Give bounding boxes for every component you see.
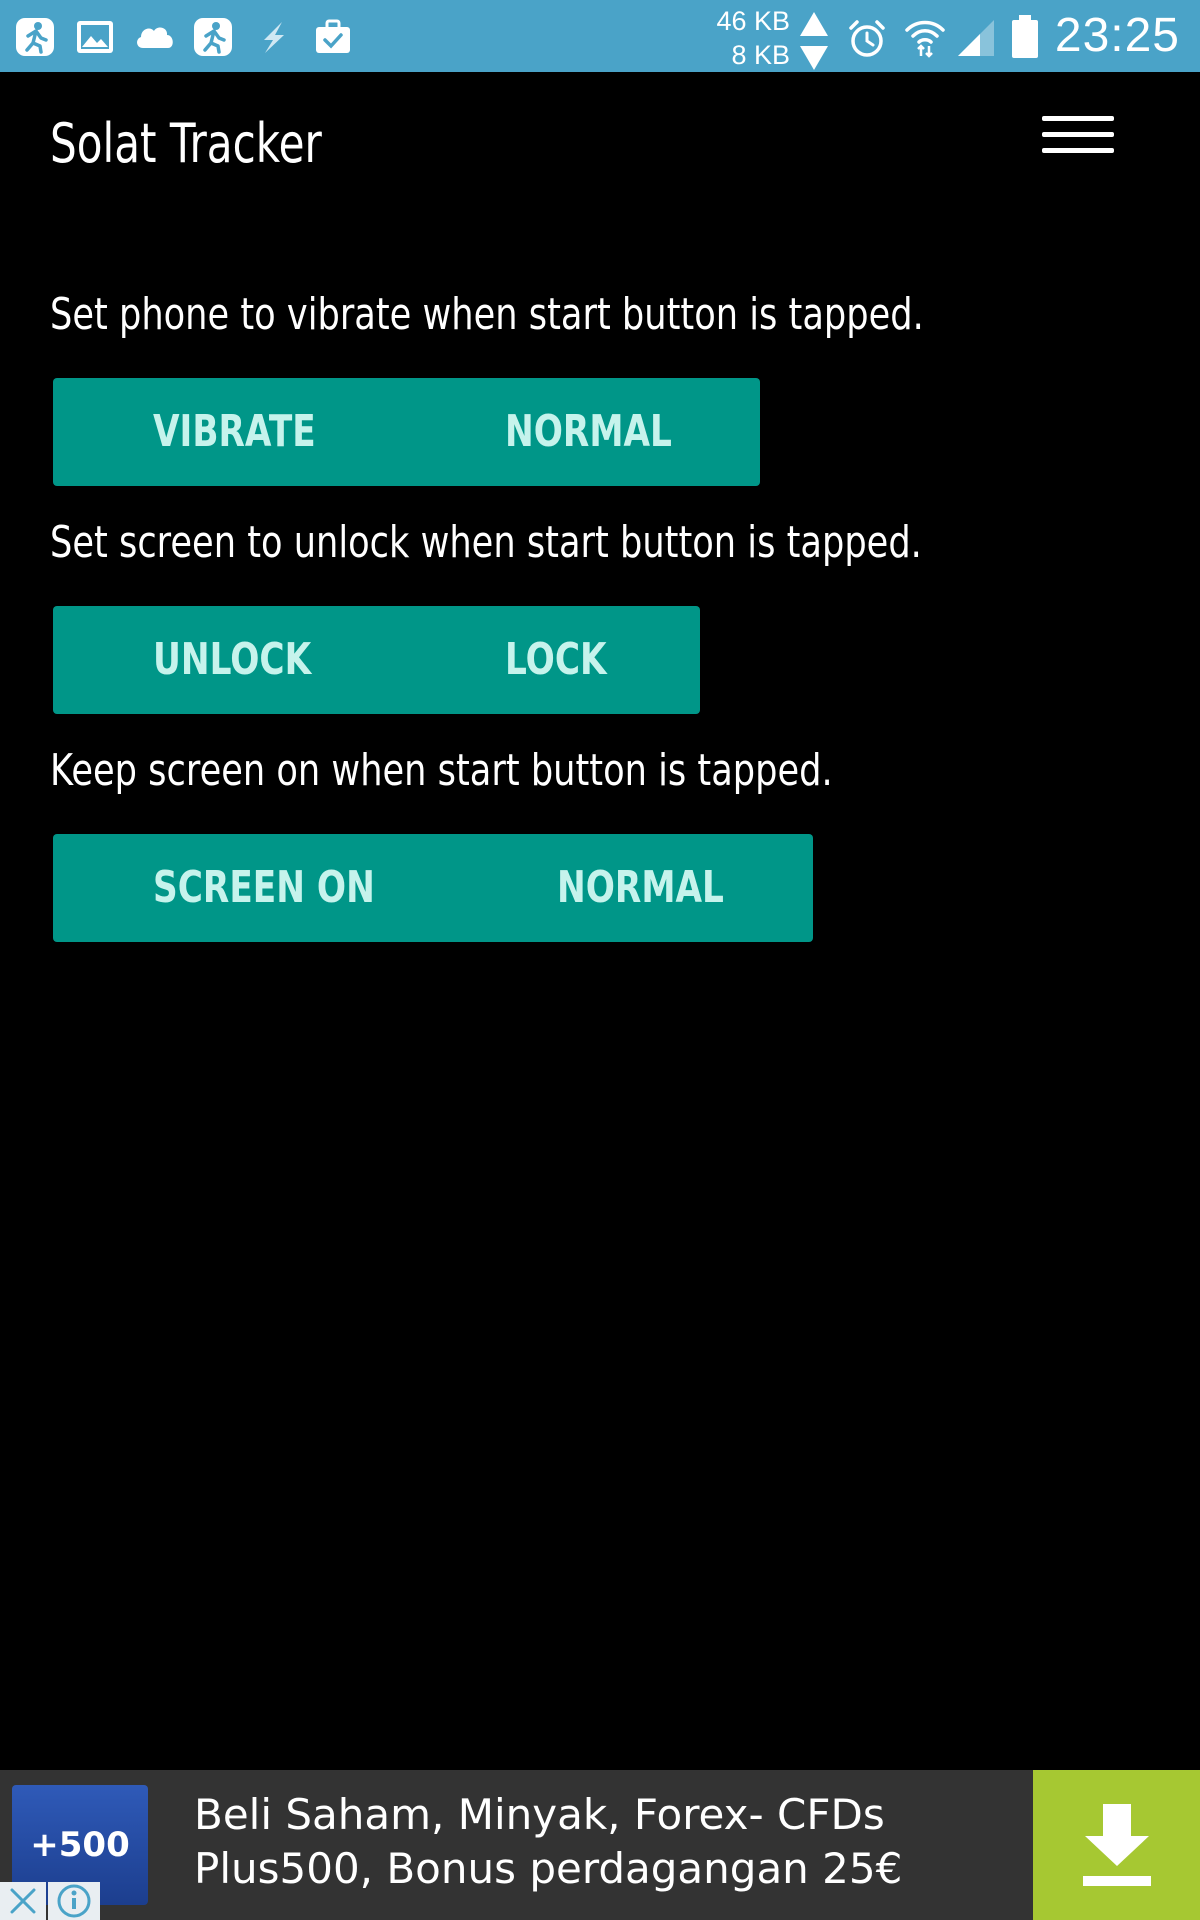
normal-screen-option-button[interactable]: NORMAL — [557, 834, 724, 942]
image-icon — [74, 16, 116, 58]
normal-ringer-option-button[interactable]: NORMAL — [505, 378, 672, 486]
ad-download-button[interactable] — [1033, 1770, 1200, 1920]
menu-line — [1042, 116, 1114, 121]
upload-arrow-icon — [800, 12, 828, 36]
flash-icon — [252, 16, 294, 58]
download-arrow-icon — [800, 46, 828, 70]
screen-on-setting-label: Keep screen on when start button is tapp… — [50, 745, 833, 796]
cloud-icon — [132, 16, 178, 58]
ad-banner[interactable]: +500 Beli Saham, Minyak, Forex- CFDs Plu… — [0, 1770, 1200, 1920]
signal-icon — [954, 18, 996, 60]
app-title: Solat Tracker — [50, 112, 322, 175]
menu-line — [1042, 132, 1114, 137]
close-icon[interactable] — [0, 1882, 46, 1920]
ad-logo-text: +500 — [30, 1825, 130, 1865]
lock-option-button[interactable]: LOCK — [505, 606, 607, 714]
vibrate-setting-label: Set phone to vibrate when start button i… — [50, 289, 924, 340]
ad-headline: Beli Saham, Minyak, Forex- CFDs — [194, 1790, 885, 1839]
menu-line — [1042, 148, 1114, 153]
screen-on-option-button[interactable]: SCREEN ON — [153, 834, 375, 942]
unlock-toggle-group: UNLOCK LOCK — [53, 606, 700, 714]
app-bar: Solat Tracker — [0, 72, 1200, 222]
vibrate-option-button[interactable]: VIBRATE — [153, 378, 316, 486]
battery-icon — [1008, 14, 1042, 60]
screen-on-toggle-group: SCREEN ON NORMAL — [53, 834, 813, 942]
unlock-option-button[interactable]: UNLOCK — [153, 606, 311, 714]
alarm-clock-icon — [846, 18, 888, 60]
vibrate-toggle-group: VIBRATE NORMAL — [53, 378, 760, 486]
status-clock: 23:25 — [1054, 9, 1180, 62]
unlock-setting-label: Set screen to unlock when start button i… — [50, 517, 922, 568]
download-speed: 8 KB — [731, 40, 790, 70]
download-icon — [1083, 1804, 1151, 1886]
info-icon[interactable] — [48, 1882, 100, 1920]
app-screen: 46 KB 8 KB 23:25 Solat Tracker Set phone… — [0, 0, 1200, 1920]
wifi-icon — [904, 16, 946, 58]
running-figure-icon — [192, 16, 234, 58]
status-bar: 46 KB 8 KB 23:25 — [0, 0, 1200, 72]
hamburger-menu-icon[interactable] — [1030, 116, 1114, 172]
upload-speed: 46 KB — [716, 6, 790, 36]
ad-text[interactable]: Beli Saham, Minyak, Forex- CFDs Plus500,… — [194, 1788, 1014, 1896]
briefcase-check-icon — [312, 16, 354, 58]
running-figure-icon — [14, 16, 56, 58]
ad-subline: Plus500, Bonus perdagangan 25€ — [194, 1844, 903, 1893]
network-speed: 46 KB 8 KB — [700, 4, 830, 70]
